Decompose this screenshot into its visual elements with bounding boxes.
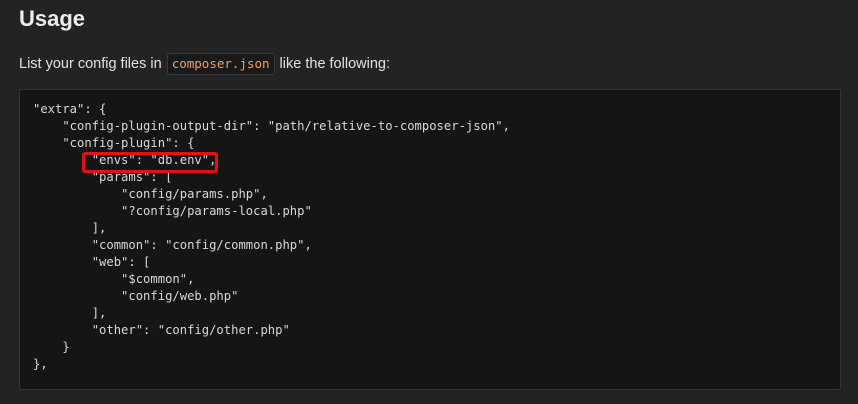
code-line: ], xyxy=(33,221,107,235)
code-content: "extra": { "config-plugin-output-dir": "… xyxy=(33,101,510,373)
code-line: "extra": { xyxy=(33,102,107,116)
intro-paragraph: List your config files in composer.json … xyxy=(19,53,390,75)
code-block: "extra": { "config-plugin-output-dir": "… xyxy=(19,89,841,390)
code-line: } xyxy=(33,340,70,354)
code-line: "config/params.php", xyxy=(33,187,268,201)
intro-text-before: List your config files in xyxy=(19,56,166,72)
code-line: ], xyxy=(33,306,107,320)
highlight-annotation-box xyxy=(82,152,218,173)
code-line: "$common", xyxy=(33,272,195,286)
code-line: "common": "config/common.php", xyxy=(33,238,312,252)
code-line: "other": "config/other.php" xyxy=(33,323,290,337)
code-line: "web": [ xyxy=(33,255,151,269)
code-line: "config-plugin-output-dir": "path/relati… xyxy=(33,119,510,133)
inline-code-filename: composer.json xyxy=(166,53,275,75)
intro-text-after: like the following: xyxy=(275,56,390,72)
section-heading: Usage xyxy=(19,6,86,31)
code-line: "config/web.php" xyxy=(33,289,239,303)
code-line: "?config/params-local.php" xyxy=(33,204,312,218)
code-line: "config-plugin": { xyxy=(33,136,195,150)
code-line: }, xyxy=(33,357,48,371)
